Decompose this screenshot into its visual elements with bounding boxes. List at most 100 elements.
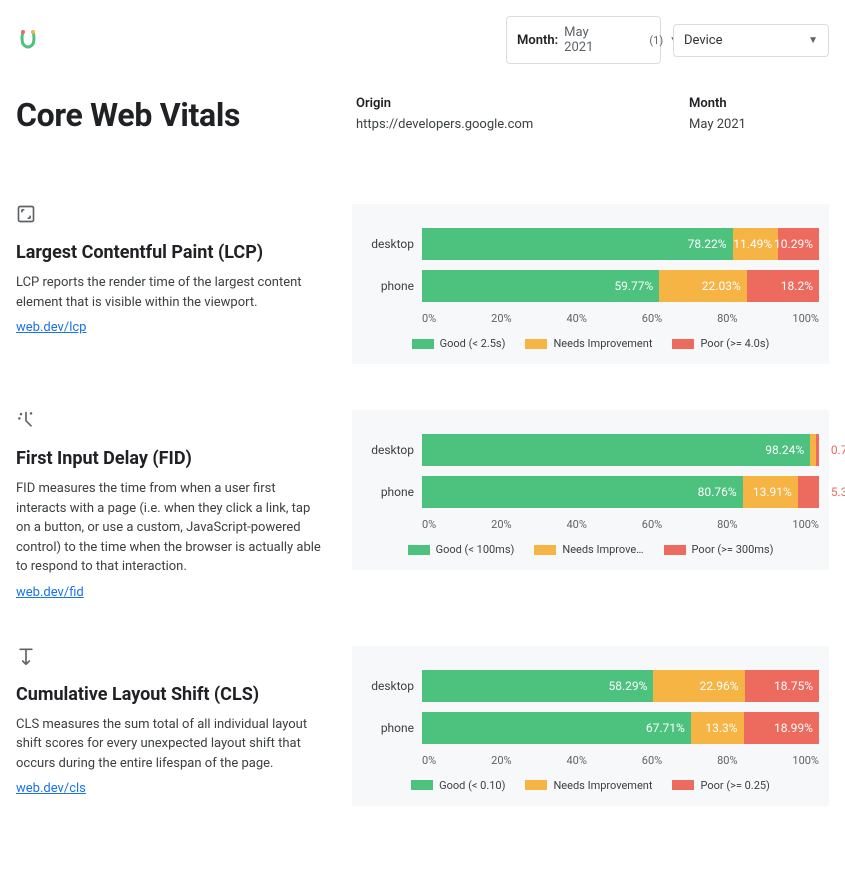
- chart-panel-cls: desktop 58.29% 22.96% 18.75% phone 67.71…: [352, 646, 829, 806]
- legend-label-ni: Needs Improve…: [562, 543, 643, 556]
- legend-item-ni: Needs Improve…: [534, 543, 643, 556]
- legend-label-ni: Needs Improvement: [553, 337, 652, 350]
- origin-label: Origin: [356, 96, 689, 111]
- axis-tick: 0%: [422, 518, 436, 531]
- bar-category-label: desktop: [362, 679, 422, 693]
- legend-swatch-poor: [672, 339, 694, 349]
- metric-title: Cumulative Layout Shift (CLS): [16, 684, 326, 705]
- chart-legend: Good (< 100ms) Needs Improve… Poor (>= 3…: [362, 543, 819, 556]
- axis-tick: 20%: [491, 754, 511, 767]
- logo-icon: [16, 28, 40, 52]
- axis-tick: 80%: [717, 312, 737, 325]
- bar-segment-poor: 18.99%: [744, 712, 819, 744]
- legend-label-poor: Poor (>= 4.0s): [700, 337, 769, 350]
- bar-segment-good: 78.22%: [422, 228, 733, 260]
- axis-tick: 100%: [792, 518, 819, 531]
- bar-category-label: desktop: [362, 443, 422, 457]
- origin-block: Origin https://developers.google.com: [356, 96, 689, 132]
- legend-swatch-good: [411, 780, 433, 790]
- axis-ticks: 0%20%40%60%80%100%: [422, 312, 819, 325]
- legend-swatch-good: [412, 339, 434, 349]
- legend-item-good: Good (< 100ms): [408, 543, 515, 556]
- metric-description: FID measures the time from when a user f…: [16, 479, 326, 577]
- metric-info-lcp: Largest Contentful Paint (LCP) LCP repor…: [16, 204, 326, 335]
- axis-tick: 60%: [642, 518, 662, 531]
- bar-track: 78.22% 11.49% 10.29%: [422, 228, 819, 260]
- origin-value: https://developers.google.com: [356, 117, 689, 132]
- month-selector-count: (1): [649, 34, 663, 47]
- legend-item-poor: Poor (>= 4.0s): [672, 337, 769, 350]
- legend-swatch-ni: [525, 780, 547, 790]
- bar-segment-good: 67.71%: [422, 712, 691, 744]
- legend-item-poor: Poor (>= 300ms): [664, 543, 774, 556]
- chart-axis: 0% 20% 40% 60% 80% 100%: [362, 754, 819, 767]
- metric-row-fid: First Input Delay (FID) FID measures the…: [16, 410, 829, 600]
- legend-swatch-good: [408, 545, 430, 555]
- metric-info-fid: First Input Delay (FID) FID measures the…: [16, 410, 326, 600]
- axis-tick: 100%: [792, 754, 819, 767]
- bar-track: 80.76% 13.91% 5.33%: [422, 476, 819, 508]
- bar-row: phone 67.71% 13.3% 18.99%: [362, 712, 819, 744]
- month-value: May 2021: [689, 117, 829, 132]
- metric-link-lcp[interactable]: web.dev/lcp: [16, 320, 86, 335]
- metric-link-cls[interactable]: web.dev/cls: [16, 781, 86, 796]
- legend-item-poor: Poor (>= 0.25): [672, 779, 769, 792]
- page-title: Core Web Vitals: [16, 96, 356, 134]
- axis-tick: 60%: [642, 754, 662, 767]
- axis-tick: 0%: [422, 312, 436, 325]
- legend-swatch-poor: [672, 780, 694, 790]
- chart-axis: 0%20%40%60%80%100%: [362, 312, 819, 325]
- month-selector-value: May 2021: [564, 25, 593, 55]
- device-selector[interactable]: Device ▼: [673, 24, 829, 57]
- bar-segment-good: 59.77%: [422, 270, 659, 302]
- metric-title: Largest Contentful Paint (LCP): [16, 242, 326, 263]
- bar-segment-good: 58.29%: [422, 670, 653, 702]
- bar-segment-poor: 18.2%: [747, 270, 819, 302]
- metric-description: LCP reports the render time of the large…: [16, 273, 326, 312]
- bar-segment-needs-improvement: 22.96%: [653, 670, 744, 702]
- bar-segment-needs-improvement: 13.3%: [691, 712, 744, 744]
- metric-row-cls: Cumulative Layout Shift (CLS) CLS measur…: [16, 646, 829, 806]
- legend-label-poor: Poor (>= 0.25): [700, 779, 769, 792]
- bar-segment-needs-improvement: 13.91%: [743, 476, 798, 508]
- bar-category-label: desktop: [362, 237, 422, 251]
- metric-description: CLS measures the sum total of all indivi…: [16, 715, 326, 774]
- legend-label-good: Good (< 2.5s): [440, 337, 506, 350]
- legend-label-good: Good (< 100ms): [436, 543, 515, 556]
- legend-label-poor: Poor (>= 300ms): [692, 543, 774, 556]
- fid-icon: [16, 410, 36, 430]
- chart-legend: Good (< 2.5s) Needs Improvement Poor (>=…: [362, 337, 819, 350]
- axis-tick: 0%: [422, 754, 436, 767]
- legend-swatch-ni: [525, 339, 547, 349]
- axis-tick: 40%: [566, 312, 586, 325]
- axis-tick: 40%: [566, 754, 586, 767]
- bar-row: desktop 98.24% 0.72%: [362, 434, 819, 466]
- bar-segment-needs-improvement: 11.49%: [733, 228, 779, 260]
- legend-label-good: Good (< 0.10): [439, 779, 505, 792]
- month-label: Month: [689, 96, 829, 111]
- chart-panel-lcp: desktop 78.22% 11.49% 10.29% phone 59.77…: [352, 204, 829, 364]
- bar-segment-needs-improvement: 22.03%: [659, 270, 746, 302]
- legend-item-ni: Needs Improvement: [525, 779, 652, 792]
- month-selector[interactable]: Month: May 2021 (1) ▼: [506, 16, 661, 64]
- chart-legend: Good (< 0.10) Needs Improvement Poor (>=…: [362, 779, 819, 792]
- axis-tick: 40%: [566, 518, 586, 531]
- cls-icon: [16, 646, 36, 666]
- bar-segment-poor: 18.75%: [745, 670, 819, 702]
- legend-item-ni: Needs Improvement: [525, 337, 652, 350]
- month-selector-label: Month:: [517, 33, 558, 48]
- legend-swatch-ni: [534, 545, 556, 555]
- chart-panel-fid: desktop 98.24% 0.72% phone 80.76% 13.91%…: [352, 410, 829, 570]
- lcp-icon: [16, 204, 36, 224]
- bar-row: phone 59.77% 22.03% 18.2%: [362, 270, 819, 302]
- bar-track: 67.71% 13.3% 18.99%: [422, 712, 819, 744]
- metric-link-fid[interactable]: web.dev/fid: [16, 585, 84, 600]
- chart-axis: 0%20%40%60%80%100%: [362, 518, 819, 531]
- legend-label-ni: Needs Improvement: [553, 779, 652, 792]
- axis-tick: 80%: [717, 754, 737, 767]
- metric-info-cls: Cumulative Layout Shift (CLS) CLS measur…: [16, 646, 326, 797]
- bar-segment-good: 80.76%: [422, 476, 743, 508]
- bar-category-label: phone: [362, 279, 422, 293]
- axis-tick: 60%: [642, 312, 662, 325]
- bar-category-label: phone: [362, 485, 422, 499]
